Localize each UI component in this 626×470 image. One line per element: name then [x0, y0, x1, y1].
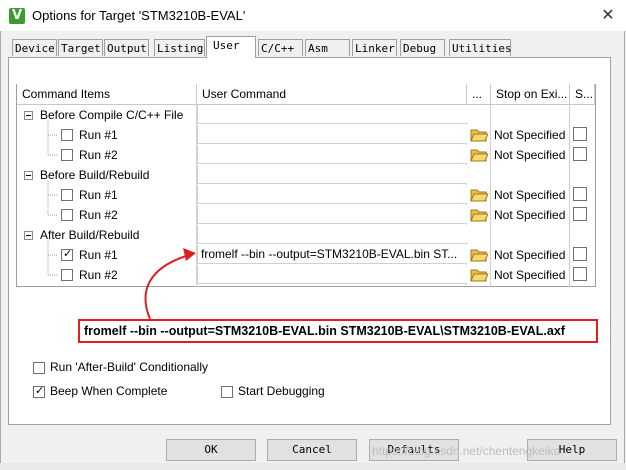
s-checkbox[interactable] — [573, 127, 587, 141]
start-debugging-label: Start Debugging — [238, 384, 325, 398]
stop-on-exit-value[interactable]: Not Specified — [494, 126, 565, 144]
header-s[interactable]: S... — [570, 84, 595, 105]
close-icon[interactable]: ✕ — [596, 4, 620, 26]
group-command-cell — [197, 165, 467, 184]
folder-open-icon[interactable] — [470, 207, 488, 223]
stop-on-exit-value[interactable]: Not Specified — [494, 146, 565, 164]
grid-col-sep — [490, 84, 491, 287]
header-stop-on-exit[interactable]: Stop on Exi... — [491, 84, 570, 105]
s-checkbox[interactable] — [573, 147, 587, 161]
tab-utilities[interactable]: Utilities — [449, 39, 512, 56]
tab-cpp[interactable]: C/C++ — [258, 39, 303, 56]
user-command-field[interactable] — [197, 145, 467, 164]
option-start-debugging[interactable]: Start Debugging — [221, 384, 325, 398]
watermark: https://blog.csdn.net/chentengkeiko — [372, 444, 561, 458]
stop-on-exit-value[interactable]: Not Specified — [494, 206, 565, 224]
user-command-field[interactable]: fromelf --bin --output=STM3210B-EVAL.bin… — [197, 245, 467, 264]
folder-open-icon[interactable] — [470, 247, 488, 263]
tree-lines — [47, 121, 58, 276]
user-command-field[interactable] — [197, 205, 467, 224]
group-command-cell — [197, 105, 467, 124]
annotation-callout: fromelf --bin --output=STM3210B-EVAL.bin… — [78, 319, 598, 343]
beep-when-complete-checkbox[interactable] — [33, 384, 45, 398]
user-command-field[interactable] — [197, 265, 467, 284]
cancel-button[interactable]: Cancel — [267, 439, 357, 461]
run-after-build-label: Run 'After-Build' Conditionally — [50, 360, 208, 374]
header-browse[interactable]: ... — [467, 84, 491, 105]
stop-on-exit-value[interactable]: Not Specified — [494, 246, 565, 264]
stop-on-exit-value[interactable]: Not Specified — [494, 186, 565, 204]
beep-when-complete-label: Beep When Complete — [50, 384, 168, 398]
ok-button[interactable]: OK — [166, 439, 256, 461]
bottom-strip — [0, 463, 626, 470]
user-command-field[interactable] — [197, 125, 467, 144]
s-checkbox[interactable] — [573, 187, 587, 201]
tab-user[interactable]: User — [206, 36, 256, 58]
run-after-build-checkbox[interactable] — [33, 361, 45, 374]
s-checkbox[interactable] — [573, 247, 587, 261]
option-beep-when-complete[interactable]: Beep When Complete — [33, 384, 167, 398]
folder-open-icon[interactable] — [470, 267, 488, 283]
folder-open-icon[interactable] — [470, 127, 488, 143]
header-user-command[interactable]: User Command — [197, 84, 467, 105]
s-checkbox[interactable] — [573, 267, 587, 281]
folder-open-icon[interactable] — [470, 147, 488, 163]
s-checkbox[interactable] — [573, 207, 587, 221]
folder-open-icon[interactable] — [470, 187, 488, 203]
start-debugging-checkbox[interactable] — [221, 385, 233, 398]
option-run-after-build[interactable]: Run 'After-Build' Conditionally — [33, 360, 208, 374]
grid-col-sep — [569, 84, 570, 287]
tab-asm[interactable]: Asm — [305, 39, 350, 56]
stop-on-exit-value[interactable]: Not Specified — [494, 266, 565, 284]
group-command-cell — [197, 225, 467, 244]
user-command-field[interactable] — [197, 185, 467, 204]
tab-linker[interactable]: Linker — [352, 39, 397, 56]
tab-debug[interactable]: Debug — [400, 39, 445, 56]
